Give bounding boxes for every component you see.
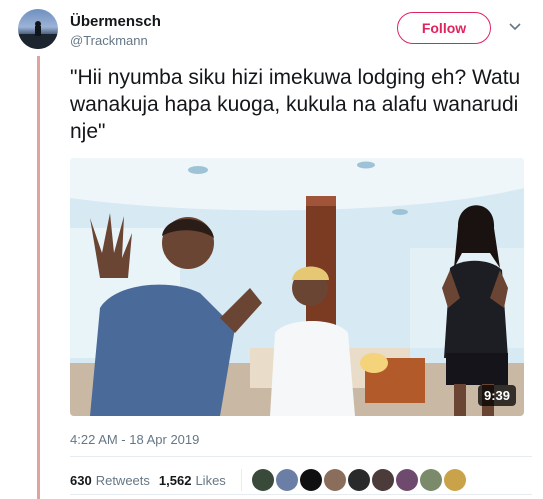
liker-avatar[interactable]: [371, 469, 394, 491]
retweets-label: Retweets: [95, 472, 150, 488]
liker-avatar[interactable]: [419, 469, 442, 491]
chevron-down-icon[interactable]: [509, 23, 521, 31]
likes-count: 1,562: [158, 472, 192, 488]
thread-line: [37, 56, 40, 499]
stats-separator: [240, 469, 242, 491]
avatar[interactable]: [18, 9, 58, 49]
liker-avatar[interactable]: [395, 469, 418, 491]
divider: [70, 494, 532, 495]
likers-avatars: [251, 469, 468, 491]
video-player[interactable]: 9:39: [70, 158, 524, 416]
likes-stat[interactable]: 1,562 Likes: [159, 473, 226, 488]
video-thumbnail: [70, 158, 524, 416]
liker-avatar[interactable]: [323, 469, 346, 491]
tweet-timestamp[interactable]: 4:22 AM - 18 Apr 2019: [70, 432, 199, 447]
liker-avatar[interactable]: [251, 469, 274, 491]
retweets-stat[interactable]: 630 Retweets: [70, 473, 150, 488]
divider: [70, 456, 532, 457]
follow-button[interactable]: Follow: [397, 12, 491, 44]
liker-avatar[interactable]: [443, 469, 466, 491]
engagement-stats: 630 Retweets 1,562 Likes: [70, 469, 468, 491]
liker-avatar[interactable]: [275, 469, 298, 491]
video-duration-badge: 9:39: [477, 385, 516, 406]
display-name[interactable]: Übermensch: [70, 13, 161, 30]
liker-avatar[interactable]: [347, 469, 370, 491]
liker-avatar[interactable]: [299, 469, 322, 491]
retweets-count: 630: [70, 472, 92, 488]
tweet-text: "Hii nyumba siku hizi imekuwa lodging eh…: [70, 66, 521, 143]
user-handle[interactable]: @Trackmann: [70, 33, 148, 48]
likes-label: Likes: [195, 472, 226, 488]
avatar-image: [18, 21, 58, 49]
